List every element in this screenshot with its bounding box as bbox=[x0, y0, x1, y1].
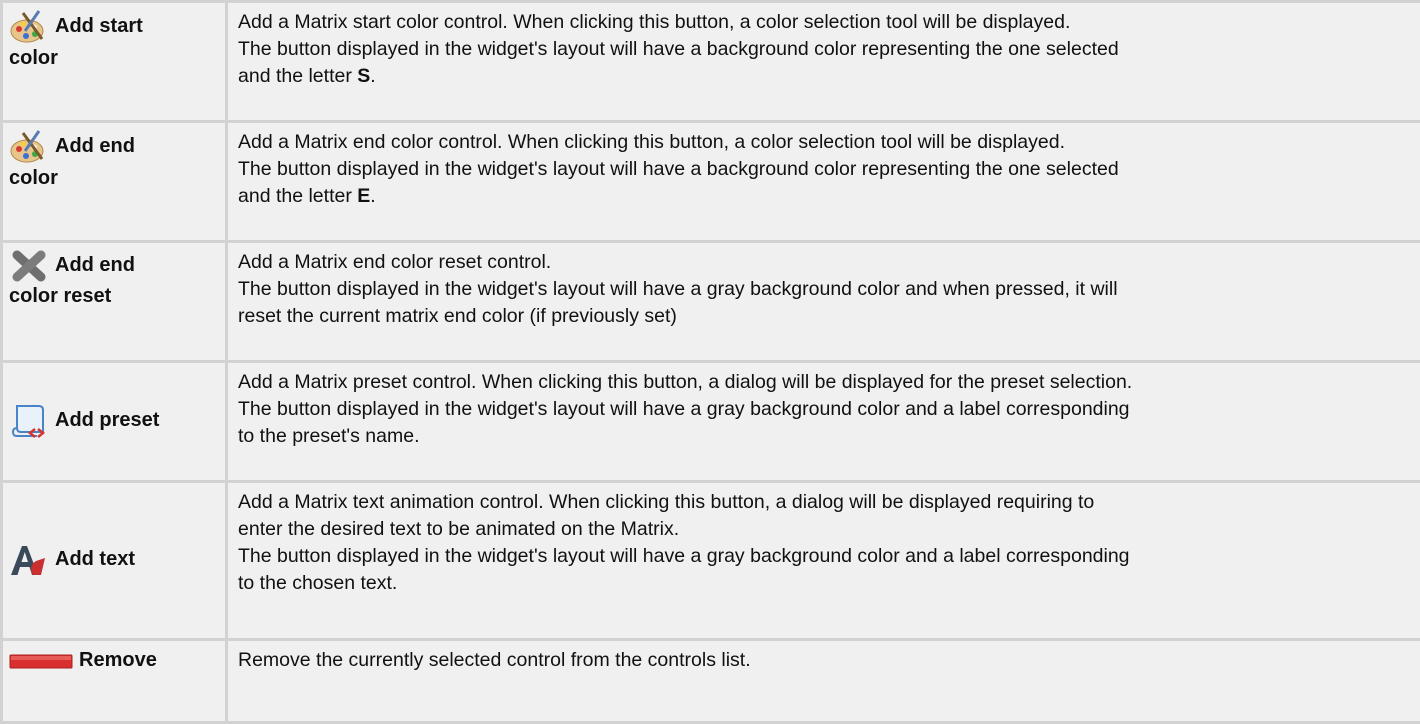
desc-line: The button displayed in the widget's lay… bbox=[238, 38, 1119, 60]
label-cell: Add end color reset bbox=[2, 242, 227, 362]
desc-line: Remove the currently selected control fr… bbox=[238, 649, 751, 671]
table-row: Add end color Add a Matrix end color con… bbox=[2, 122, 1420, 242]
row-label: Add end bbox=[55, 254, 135, 276]
desc-line: The button displayed in the widget's lay… bbox=[238, 398, 1130, 420]
table-row: Remove Remove the currently selected con… bbox=[2, 640, 1420, 723]
desc-line: The button displayed in the widget's lay… bbox=[238, 278, 1118, 300]
table-row: Add text Add a Matrix text animation con… bbox=[2, 482, 1420, 640]
table-row: Add preset Add a Matrix preset control. … bbox=[2, 362, 1420, 482]
description-cell: Add a Matrix end color control. When cli… bbox=[227, 122, 1420, 242]
row-label-cont: color bbox=[9, 47, 58, 69]
desc-line: Add a Matrix preset control. When clicki… bbox=[238, 371, 1132, 393]
desc-line: Add a Matrix end color control. When cli… bbox=[238, 131, 1065, 153]
desc-tail: . bbox=[370, 65, 375, 87]
palette-icon bbox=[9, 9, 49, 45]
scroll-icon bbox=[9, 402, 49, 440]
row-label: Add preset bbox=[55, 409, 159, 431]
row-label: Add end bbox=[55, 135, 135, 157]
row-label: Remove bbox=[79, 649, 157, 671]
desc-line: Add a Matrix end color reset control. bbox=[238, 251, 551, 273]
desc-line: Add a Matrix text animation control. Whe… bbox=[238, 491, 1094, 513]
table-row: Add start color Add a Matrix start color… bbox=[2, 2, 1420, 122]
desc-line: and the letter bbox=[238, 65, 357, 87]
desc-line: The button displayed in the widget's lay… bbox=[238, 158, 1119, 180]
desc-tail: . bbox=[370, 185, 375, 207]
description-cell: Add a Matrix preset control. When clicki… bbox=[227, 362, 1420, 482]
palette-icon bbox=[9, 129, 49, 165]
desc-line: and the letter bbox=[238, 185, 357, 207]
desc-line: to the chosen text. bbox=[238, 572, 397, 594]
desc-line: enter the desired text to be animated on… bbox=[238, 518, 679, 540]
row-label: Add text bbox=[55, 548, 135, 570]
description-cell: Add a Matrix start color control. When c… bbox=[227, 2, 1420, 122]
row-label: Add start bbox=[55, 15, 143, 37]
row-label-cont: color reset bbox=[9, 285, 111, 307]
label-cell: Remove bbox=[2, 640, 227, 723]
desc-line: reset the current matrix end color (if p… bbox=[238, 305, 677, 327]
description-cell: Add a Matrix text animation control. Whe… bbox=[227, 482, 1420, 640]
desc-line: The button displayed in the widget's lay… bbox=[238, 545, 1130, 567]
table-row: Add end color reset Add a Matrix end col… bbox=[2, 242, 1420, 362]
close-x-icon bbox=[9, 249, 49, 283]
text-font-icon bbox=[9, 542, 49, 578]
bold-letter: S bbox=[357, 65, 370, 87]
label-cell: Add preset bbox=[2, 362, 227, 482]
label-cell: Add text bbox=[2, 482, 227, 640]
description-cell: Add a Matrix end color reset control. Th… bbox=[227, 242, 1420, 362]
bold-letter: E bbox=[357, 185, 370, 207]
controls-table: Add start color Add a Matrix start color… bbox=[0, 0, 1420, 724]
desc-line: to the preset's name. bbox=[238, 425, 420, 447]
label-cell: Add end color bbox=[2, 122, 227, 242]
red-bar-icon bbox=[9, 651, 73, 671]
label-cell: Add start color bbox=[2, 2, 227, 122]
desc-line: Add a Matrix start color control. When c… bbox=[238, 11, 1070, 33]
row-label-cont: color bbox=[9, 167, 58, 189]
description-cell: Remove the currently selected control fr… bbox=[227, 640, 1420, 723]
